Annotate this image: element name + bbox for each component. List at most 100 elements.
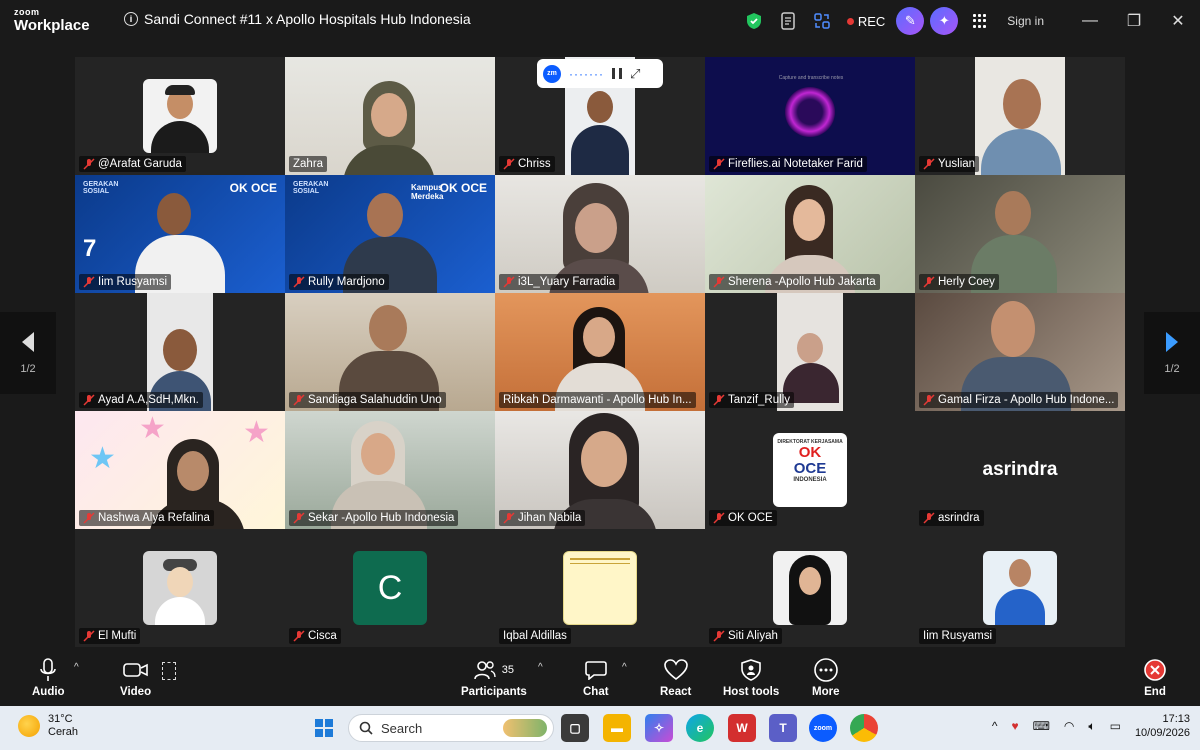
ai-sparkle-icon[interactable]: ✦ <box>930 7 959 35</box>
participant-name: Tanzif_Rully <box>709 392 794 408</box>
weather-temp: 31°C <box>48 713 73 725</box>
participant-name: Zahra <box>289 156 328 172</box>
video-gallery: @Arafat Garuda Zahra Chriss Capture and … <box>75 57 1125 647</box>
restore-icon[interactable]: ❐ <box>1112 0 1156 42</box>
tray-app-icon[interactable]: ♥ <box>1011 719 1018 733</box>
fireflies-caption: Capture and transcribe notes <box>778 75 844 81</box>
wifi-icon[interactable]: ◠ <box>1064 719 1074 733</box>
system-tray: ^ ♥ ⌨ ◠ 🔈︎ ▭ 17:13 10/09/2026 <box>992 712 1190 740</box>
weather-sun-icon <box>18 715 40 737</box>
mini-meeting-controls[interactable]: zm ······· ⤢ <box>537 59 663 88</box>
title-bar: zoom Workplace i Sandi Connect #11 x Apo… <box>0 0 1200 42</box>
participant-tile[interactable]: GERAKAN SOSIAL OK OCE 7 Iim Rusyamsi <box>75 175 285 293</box>
participant-tile[interactable]: Sandiaga Salahuddin Uno <box>285 293 495 411</box>
weather-widget[interactable]: 31°C Cerah <box>18 713 78 739</box>
participant-name: Iqbal Aldillas <box>499 628 571 644</box>
ai-companion-icon[interactable]: ✎ <box>896 7 925 35</box>
meeting-toolbar: Audio ^ Video 35 Participants ^ Chat ^ R… <box>0 650 1200 706</box>
participants-icon: 35 <box>473 658 514 682</box>
chat-button[interactable]: Chat <box>583 658 609 698</box>
pause-icon[interactable] <box>611 68 622 79</box>
participant-tile[interactable]: Ayad A.A,SdH,Mkn. <box>75 293 285 411</box>
zoom-app-icon[interactable]: zoom <box>809 714 837 742</box>
muted-mic-icon <box>83 158 95 170</box>
battery-icon[interactable]: ▭ <box>1110 719 1121 733</box>
apps-grid-icon[interactable] <box>973 14 987 28</box>
react-button[interactable]: React <box>660 658 691 698</box>
chrome-icon[interactable] <box>850 714 878 742</box>
participant-name: Herly Coey <box>919 274 999 290</box>
logo-line-zoom: zoom <box>14 7 40 17</box>
participant-tile-active-speaker[interactable]: Zahra <box>285 57 495 175</box>
audio-button[interactable]: Audio <box>32 658 65 698</box>
volume-icon[interactable]: 🔈︎ <box>1088 719 1095 734</box>
participant-tile[interactable]: asrindra asrindra <box>915 411 1125 529</box>
video-options-button[interactable] <box>162 662 176 680</box>
participant-tile[interactable]: Iim Rusyamsi <box>915 529 1125 647</box>
participant-tile[interactable]: Sekar -Apollo Hub Indonesia <box>285 411 495 529</box>
edge-icon[interactable]: e <box>686 714 714 742</box>
language-icon[interactable]: ⌨ <box>1033 719 1050 733</box>
participant-tile[interactable]: @Arafat Garuda <box>75 57 285 175</box>
apps-link-icon[interactable] <box>811 10 833 32</box>
participant-tile[interactable]: Gamal Firza - Apollo Hub Indone... <box>915 293 1125 411</box>
participant-name: Sherena -Apollo Hub Jakarta <box>709 274 880 290</box>
participants-button[interactable]: 35 Participants <box>461 658 527 698</box>
taskbar-search-input[interactable]: Search <box>348 714 554 742</box>
participants-options-chevron-icon[interactable]: ^ <box>538 662 543 673</box>
participant-tile[interactable]: Siti Aliyah <box>705 529 915 647</box>
close-icon[interactable]: ✕ <box>1156 0 1200 42</box>
meeting-title[interactable]: i Sandi Connect #11 x Apollo Hospitals H… <box>124 11 471 27</box>
zoom-mini-icon[interactable]: zm <box>543 64 561 83</box>
end-meeting-button[interactable]: End <box>1143 658 1167 698</box>
weather-condition: Cerah <box>48 726 78 738</box>
clock[interactable]: 17:13 10/09/2026 <box>1135 712 1190 740</box>
participant-tile[interactable]: Yuslian <box>915 57 1125 175</box>
end-icon <box>1143 658 1167 682</box>
audio-options-chevron-icon[interactable]: ^ <box>74 662 79 673</box>
notes-icon[interactable] <box>777 10 799 32</box>
participant-tile[interactable]: i3L_Yuary Farradia <box>495 175 705 293</box>
next-page-button[interactable]: 1/2 <box>1144 312 1200 394</box>
participant-name: Iim Rusyamsi <box>919 628 997 644</box>
participant-tile[interactable]: Capture and transcribe notes Fireflies.a… <box>705 57 915 175</box>
avatar <box>773 551 847 625</box>
participant-tile[interactable]: Ribkah Darmawanti - Apollo Hub In... <box>495 293 705 411</box>
security-shield-icon[interactable] <box>743 10 765 32</box>
banner-text: GERAKAN SOSIAL <box>293 181 329 195</box>
participant-tile[interactable]: DIREKTORAT KERJASAMA OK OCE INDONESIA OK… <box>705 411 915 529</box>
participant-tile[interactable]: ★ ★ ★ Nashwa Alya Refalina <box>75 411 285 529</box>
participant-tile[interactable]: Sherena -Apollo Hub Jakarta <box>705 175 915 293</box>
wps-office-icon[interactable]: W <box>728 714 756 742</box>
participant-tile[interactable]: Tanzif_Rully <box>705 293 915 411</box>
info-icon[interactable]: i <box>124 12 138 26</box>
expand-icon[interactable]: ⤢ <box>630 66 640 82</box>
more-button[interactable]: More <box>812 658 839 698</box>
participant-tile[interactable]: GERAKAN SOSIAL Kampus Merdeka OK OCE Rul… <box>285 175 495 293</box>
teams-icon[interactable]: T <box>769 714 797 742</box>
tray-chevron-up-icon[interactable]: ^ <box>992 719 998 733</box>
recording-indicator[interactable]: REC <box>846 13 886 29</box>
clock-time: 17:13 <box>1162 713 1190 725</box>
participant-tile[interactable]: C Cisca <box>285 529 495 647</box>
participant-tile[interactable]: El Mufti <box>75 529 285 647</box>
participant-tile[interactable]: Iqbal Aldillas <box>495 529 705 647</box>
sign-in-link[interactable]: Sign in <box>1007 14 1044 28</box>
participant-tile[interactable]: Herly Coey <box>915 175 1125 293</box>
copilot-icon[interactable]: ✧ <box>645 714 673 742</box>
prev-page-button[interactable]: 1/2 <box>0 312 56 394</box>
video-button[interactable]: Video <box>120 658 151 698</box>
task-view-icon[interactable]: ▢ <box>561 714 589 742</box>
file-explorer-icon[interactable]: ▬ <box>603 714 631 742</box>
windows-start-icon[interactable] <box>310 714 338 742</box>
banner-text: GERAKAN SOSIAL <box>83 181 119 195</box>
rec-label: REC <box>857 13 886 29</box>
participant-name: Jihan Nabila <box>499 510 586 526</box>
avatar <box>143 551 217 625</box>
chat-options-chevron-icon[interactable]: ^ <box>622 662 627 673</box>
muted-mic-icon <box>293 630 305 642</box>
minimize-icon[interactable]: — <box>1068 0 1112 42</box>
host-tools-button[interactable]: Host tools <box>723 658 779 698</box>
heart-icon <box>663 658 688 682</box>
participant-tile[interactable]: Jihan Nabila <box>495 411 705 529</box>
